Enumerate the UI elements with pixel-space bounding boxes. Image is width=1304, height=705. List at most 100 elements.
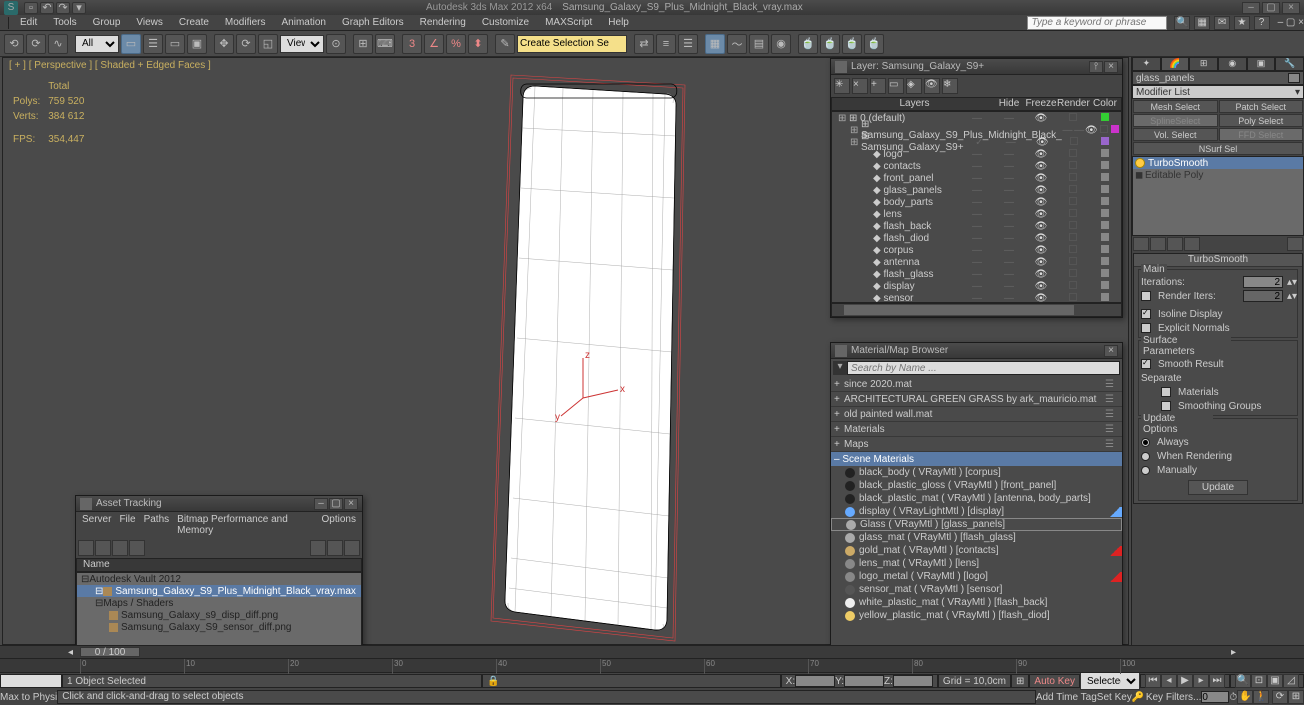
remove-mod-icon[interactable] bbox=[1184, 237, 1200, 251]
next-frame-icon[interactable]: ▸ bbox=[1193, 674, 1209, 688]
play-icon[interactable]: ▶ bbox=[1177, 674, 1193, 688]
frame-input[interactable] bbox=[1201, 691, 1229, 703]
window-crossing-icon[interactable]: ▣ bbox=[187, 34, 207, 54]
maxscript-mini[interactable]: Max to Physi bbox=[0, 692, 57, 703]
mat-item[interactable]: black_plastic_mat ( VRayMtl ) [antenna, … bbox=[831, 492, 1122, 505]
scale-icon[interactable]: ◱ bbox=[258, 34, 278, 54]
mat-item[interactable]: glass_mat ( VRayMtl ) [flash_glass] bbox=[831, 531, 1122, 544]
curve-editor-icon[interactable]: 〜 bbox=[727, 34, 747, 54]
select-link-icon[interactable]: ⟲ bbox=[4, 34, 24, 54]
atb-4[interactable] bbox=[129, 540, 145, 556]
menu-modifiers[interactable]: Modifiers bbox=[218, 16, 273, 29]
graphite-icon[interactable]: ▦ bbox=[705, 34, 725, 54]
stack-editablepoly[interactable]: Editable Poly bbox=[1145, 170, 1203, 181]
help-search-input[interactable] bbox=[1027, 16, 1167, 30]
menu-customize[interactable]: Customize bbox=[475, 16, 536, 29]
bulb-icon[interactable] bbox=[1135, 158, 1145, 168]
keymode-drop[interactable]: Selected bbox=[1080, 672, 1140, 690]
snap-toggle-icon[interactable]: 3 bbox=[402, 34, 422, 54]
update-button[interactable]: Update bbox=[1188, 480, 1248, 495]
inner-close-button[interactable]: × bbox=[1298, 17, 1304, 28]
atb-r1[interactable] bbox=[310, 540, 326, 556]
select-object-icon[interactable]: ▭ bbox=[121, 34, 141, 54]
menu-create[interactable]: Create bbox=[172, 16, 216, 29]
mat-item[interactable]: logo_metal ( VRayMtl ) [logo] bbox=[831, 570, 1122, 583]
tab-utilities-icon[interactable]: 🔧 bbox=[1275, 57, 1304, 71]
menu-tools[interactable]: Tools bbox=[46, 16, 83, 29]
mat-lib-row[interactable]: + Materials☰ bbox=[831, 422, 1122, 437]
config-mod-icon[interactable] bbox=[1287, 237, 1303, 251]
col-layers[interactable]: Layers bbox=[832, 98, 993, 110]
mat-item[interactable]: lens_mat ( VRayMtl ) [lens] bbox=[831, 557, 1122, 570]
minimize-button[interactable]: – bbox=[1242, 2, 1260, 14]
mat-close-button[interactable]: × bbox=[1104, 345, 1118, 357]
time-tag[interactable]: Add Time Tag bbox=[1036, 692, 1097, 703]
move-icon[interactable]: ✥ bbox=[214, 34, 234, 54]
col-color[interactable]: Color bbox=[1089, 98, 1121, 110]
tab-hierarchy-icon[interactable]: ⊞ bbox=[1189, 57, 1218, 71]
select-rect-icon[interactable]: ▭ bbox=[165, 34, 185, 54]
timeslider-prev-icon[interactable]: ◂ bbox=[68, 647, 73, 658]
mat-item[interactable]: gold_mat ( VRayMtl ) [contacts] bbox=[831, 544, 1122, 557]
chk-isoline[interactable] bbox=[1141, 309, 1151, 319]
tab-create-icon[interactable]: ✦ bbox=[1132, 57, 1161, 71]
menu-rendering[interactable]: Rendering bbox=[413, 16, 473, 29]
menu-edit[interactable]: Edit bbox=[13, 16, 44, 29]
angle-snap-icon[interactable]: ∠ bbox=[424, 34, 444, 54]
inner-max-button[interactable]: ▢ bbox=[1286, 17, 1295, 28]
col-render[interactable]: Render bbox=[1057, 98, 1089, 110]
y-input[interactable] bbox=[844, 675, 884, 687]
keyfilters-button[interactable]: Key Filters... bbox=[1146, 692, 1202, 703]
btn-polyselect[interactable]: Poly Select bbox=[1219, 114, 1304, 127]
schematic-icon[interactable]: ▤ bbox=[749, 34, 769, 54]
align-icon[interactable]: ≡ bbox=[656, 34, 676, 54]
tab-modify-icon[interactable]: 🌈 bbox=[1161, 57, 1190, 71]
time-config-icon[interactable]: ⏱ bbox=[1229, 692, 1237, 703]
goto-start-icon[interactable]: ⏮ bbox=[1145, 674, 1161, 688]
layer-freeze-icon[interactable]: ❄ bbox=[942, 78, 958, 94]
asset-row-maps[interactable]: Maps / Shaders bbox=[103, 598, 173, 609]
layer-row[interactable]: ◆ contacts——👁 bbox=[832, 160, 1121, 172]
menu-help[interactable]: Help bbox=[601, 16, 636, 29]
btn-nsurfsel[interactable]: NSurf Sel bbox=[1133, 142, 1303, 155]
chk-materials[interactable] bbox=[1161, 387, 1171, 397]
inner-min-button[interactable]: – bbox=[1278, 17, 1284, 28]
rad-render[interactable] bbox=[1141, 452, 1150, 461]
setkey-button[interactable]: Set Key bbox=[1097, 692, 1132, 703]
asset-menu-server[interactable]: Server bbox=[82, 514, 111, 536]
layer-row[interactable]: ◆ sensor——👁 bbox=[832, 292, 1121, 303]
atb-r2[interactable] bbox=[327, 540, 343, 556]
asset-menu-paths[interactable]: Paths bbox=[144, 514, 170, 536]
renderiters-spinner[interactable]: 2 bbox=[1243, 290, 1283, 302]
layer-del-icon[interactable]: × bbox=[852, 78, 868, 94]
timeslider-next-icon[interactable]: ▸ bbox=[1231, 647, 1236, 658]
menu-maxscript[interactable]: MAXScript bbox=[538, 16, 599, 29]
layer-row[interactable]: ◆ lens——👁 bbox=[832, 208, 1121, 220]
timeline[interactable]: 0102030405060708090100 bbox=[0, 658, 1304, 673]
layer-new-icon[interactable]: ✳ bbox=[834, 78, 850, 94]
zoom-icon[interactable]: 🔍 bbox=[1235, 674, 1251, 688]
pin-stack-icon[interactable] bbox=[1133, 237, 1149, 251]
fov-icon[interactable]: ◿ bbox=[1283, 674, 1299, 688]
atb-1[interactable] bbox=[78, 540, 94, 556]
layer-hl-icon[interactable]: ◈ bbox=[906, 78, 922, 94]
orbit-icon[interactable]: ⟳ bbox=[1272, 690, 1288, 704]
rad-manual[interactable] bbox=[1141, 466, 1150, 475]
time-slider-handle[interactable]: 0 / 100 bbox=[80, 647, 140, 657]
keyboard-icon[interactable]: ⌨ bbox=[375, 34, 395, 54]
layer-row[interactable]: ◆ flash_diod——👁 bbox=[832, 232, 1121, 244]
menu-grapheditors[interactable]: Graph Editors bbox=[335, 16, 411, 29]
help-icon[interactable]: ? bbox=[1254, 16, 1270, 30]
menu-animation[interactable]: Animation bbox=[274, 16, 332, 29]
minmax-icon[interactable]: ⊞ bbox=[1288, 690, 1304, 704]
render-production-icon[interactable]: 🍵 bbox=[842, 34, 862, 54]
layer-row[interactable]: ◆ flash_glass——👁 bbox=[832, 268, 1121, 280]
modifier-stack[interactable]: TurboSmooth ◼Editable Poly bbox=[1132, 156, 1304, 236]
asset-row-vault[interactable]: Autodesk Vault 2012 bbox=[89, 574, 181, 585]
layer-row[interactable]: ◆ glass_panels——👁 bbox=[832, 184, 1121, 196]
communication-icon[interactable]: ✉ bbox=[1214, 16, 1230, 30]
mat-scene-header[interactable]: Scene Materials bbox=[842, 454, 914, 465]
chk-sg[interactable] bbox=[1161, 401, 1171, 411]
render-setup-icon[interactable]: 🍵 bbox=[798, 34, 818, 54]
named-selection-input[interactable] bbox=[517, 35, 627, 53]
